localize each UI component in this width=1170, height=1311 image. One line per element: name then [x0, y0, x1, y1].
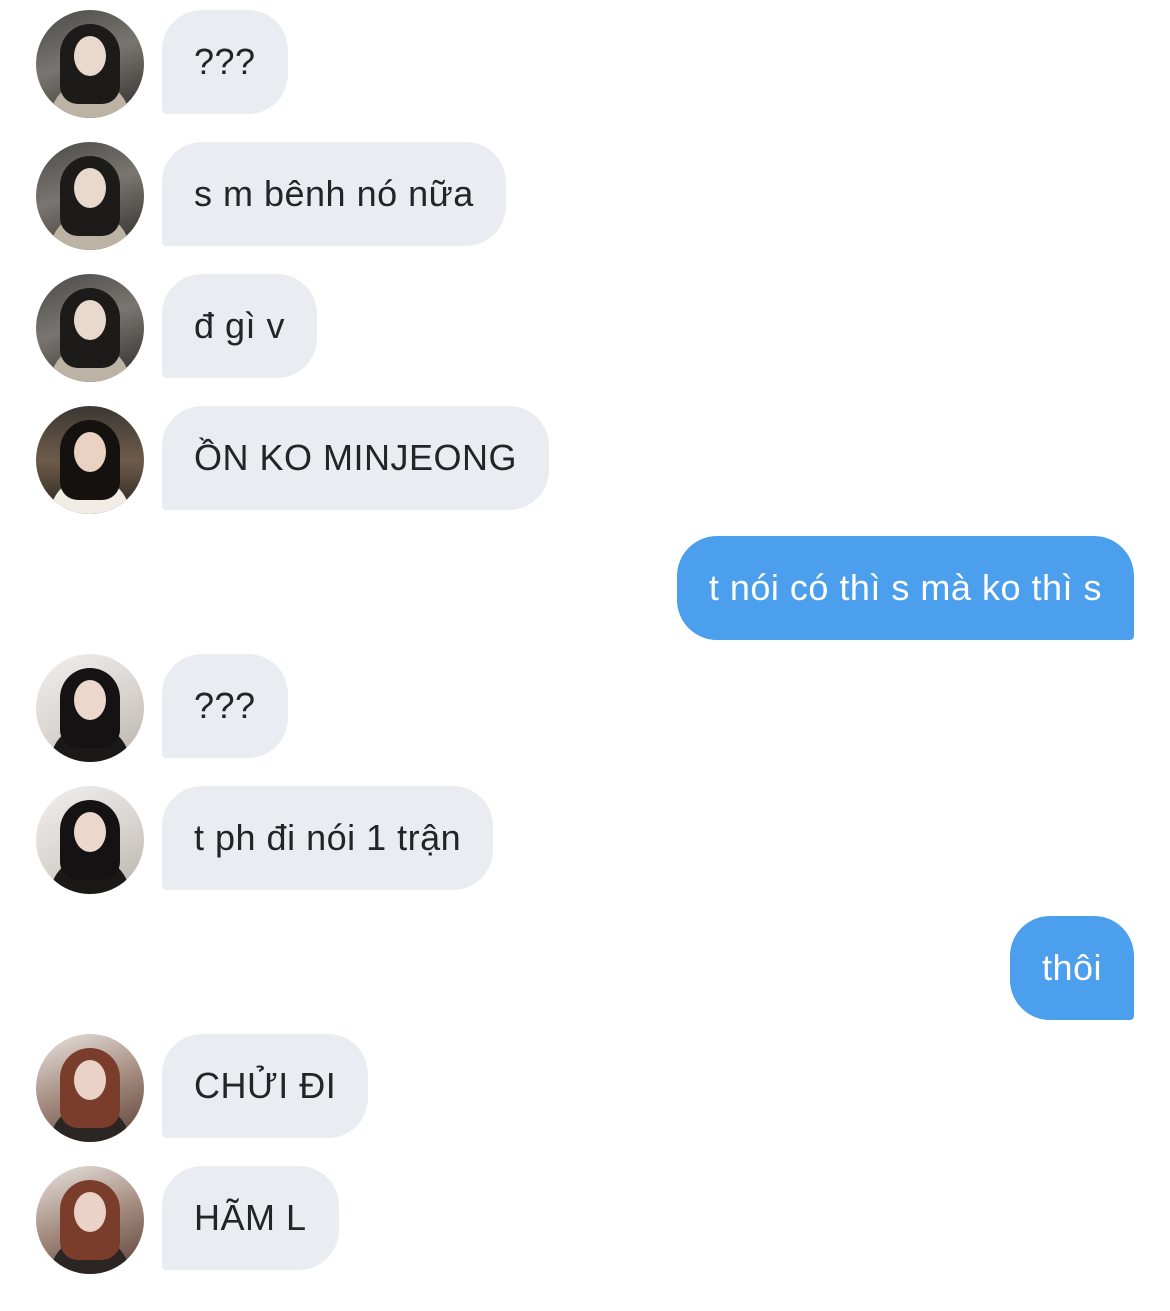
- message-row-incoming: đ gì v: [0, 274, 1170, 382]
- message-bubble-incoming[interactable]: s m bênh nó nữa: [162, 142, 506, 246]
- avatar[interactable]: [36, 274, 144, 382]
- message-row-incoming: ???: [0, 10, 1170, 118]
- avatar[interactable]: [36, 142, 144, 250]
- message-bubble-incoming[interactable]: ???: [162, 10, 288, 114]
- avatar[interactable]: [36, 786, 144, 894]
- message-row-outgoing: thôi: [0, 916, 1170, 1022]
- message-row-incoming: ???: [0, 654, 1170, 762]
- avatar[interactable]: [36, 10, 144, 118]
- message-bubble-incoming[interactable]: t ph đi nói 1 trận: [162, 786, 494, 890]
- avatar[interactable]: [36, 406, 144, 514]
- avatar[interactable]: [36, 654, 144, 762]
- message-row-incoming: t ph đi nói 1 trận: [0, 786, 1170, 894]
- message-bubble-incoming[interactable]: CHỬI ĐI: [162, 1034, 369, 1138]
- message-row-incoming: s m bênh nó nữa: [0, 142, 1170, 250]
- message-bubble-incoming[interactable]: ỒN KO MINJEONG: [162, 406, 550, 510]
- message-row-incoming: CHỬI ĐI: [0, 1034, 1170, 1142]
- message-row-incoming: ỒN KO MINJEONG: [0, 406, 1170, 514]
- message-row-incoming: HÃM L: [0, 1166, 1170, 1274]
- message-bubble-incoming[interactable]: đ gì v: [162, 274, 318, 378]
- avatar[interactable]: [36, 1166, 144, 1274]
- message-bubble-outgoing[interactable]: t nói có thì s mà ko thì s: [676, 536, 1134, 640]
- message-row-outgoing: t nói có thì s mà ko thì s: [0, 536, 1170, 642]
- message-bubble-outgoing[interactable]: thôi: [1009, 916, 1134, 1020]
- avatar[interactable]: [36, 1034, 144, 1142]
- message-bubble-incoming[interactable]: HÃM L: [162, 1166, 339, 1270]
- message-bubble-incoming[interactable]: ???: [162, 654, 288, 758]
